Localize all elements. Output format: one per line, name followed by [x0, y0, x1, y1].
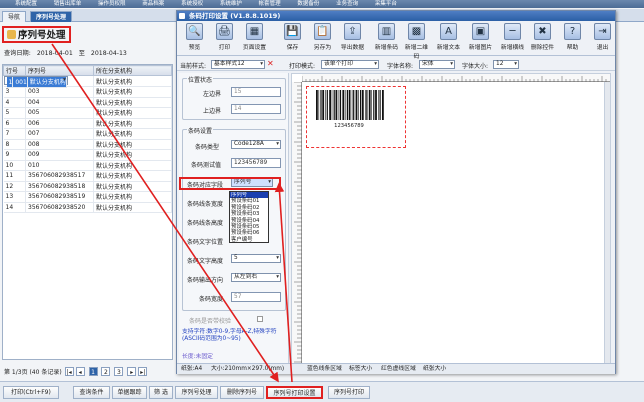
arrow-to-settings-button: [51, 43, 279, 383]
annotation-arrows: [51, 43, 293, 383]
arrow-to-field-select: [274, 182, 293, 383]
